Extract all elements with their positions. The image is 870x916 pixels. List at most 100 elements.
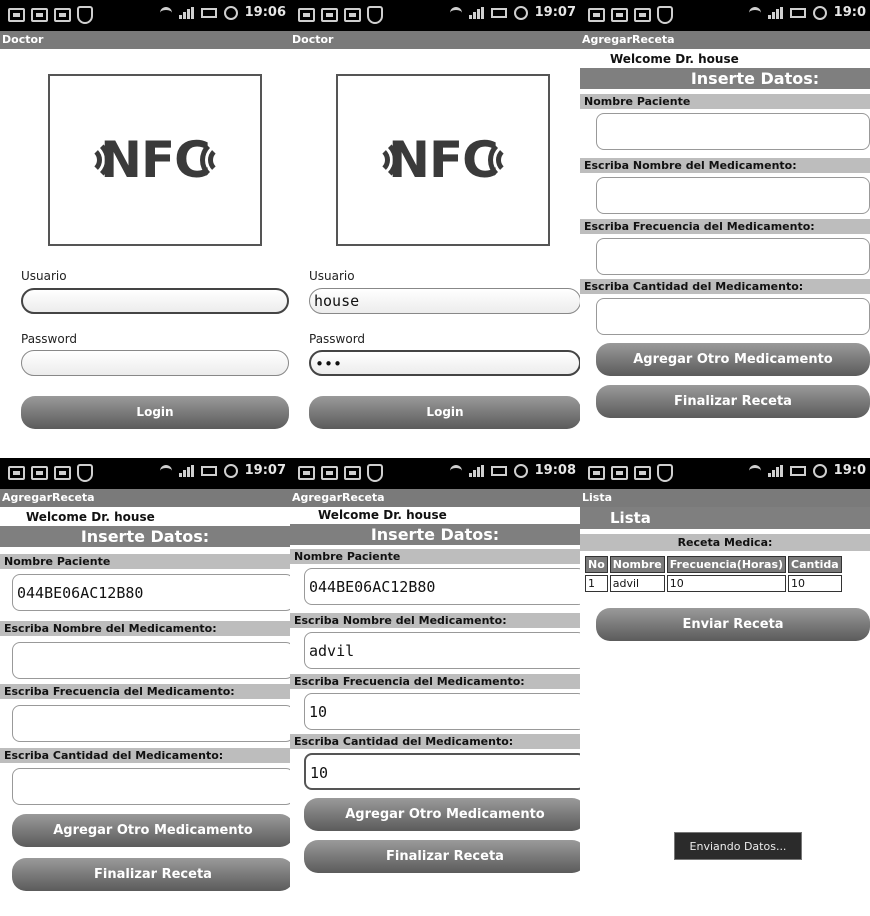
notification-icon xyxy=(298,8,315,22)
cantidad-input[interactable] xyxy=(12,768,290,805)
status-time: 19:0 xyxy=(833,5,866,20)
paciente-input[interactable]: 044BE06AC12B80 xyxy=(12,574,290,611)
battery-icon xyxy=(200,7,217,18)
paciente-input[interactable]: 044BE06AC12B80 xyxy=(304,568,580,605)
status-time: 19:08 xyxy=(534,463,576,478)
notification-icon xyxy=(321,466,338,480)
shield-icon xyxy=(657,6,673,24)
section-title: Inserte Datos: xyxy=(580,68,870,89)
login-button[interactable]: Login xyxy=(309,396,580,429)
screen-receta-paciente: 19:07 AgregarReceta Welcome Dr. house In… xyxy=(0,458,290,916)
table-cell: 10 xyxy=(788,575,842,592)
signal-icon xyxy=(767,464,783,477)
usuario-input[interactable]: house xyxy=(309,288,580,314)
field-label: Nombre Paciente xyxy=(0,554,290,569)
table-header-row: No Nombre Frecuencia(Horas) Cantida xyxy=(585,556,842,573)
medicamento-input[interactable] xyxy=(12,642,290,679)
app-title: Doctor xyxy=(290,31,580,49)
table-cell: 1 xyxy=(585,575,608,592)
frecuencia-input[interactable] xyxy=(12,705,290,742)
status-bar: 19:07 xyxy=(290,0,580,31)
screen-login-empty: 19:06 Doctor NFC Usuario Password Login xyxy=(0,0,290,458)
shield-icon xyxy=(77,464,93,482)
status-time: 19:07 xyxy=(534,5,576,20)
nfc-logo-text: NFC xyxy=(100,131,211,189)
field-label: Escriba Cantidad del Medicamento: xyxy=(580,279,870,294)
nfc-logo: NFC xyxy=(48,74,262,246)
receta-title: Receta Medica: xyxy=(580,534,870,551)
app-title: Lista xyxy=(580,489,870,507)
welcome-text: Welcome Dr. house xyxy=(318,508,447,522)
password-input[interactable] xyxy=(21,350,289,376)
battery-icon xyxy=(789,7,806,18)
enviar-receta-button[interactable]: Enviar Receta xyxy=(596,608,870,641)
welcome-text: Welcome Dr. house xyxy=(610,52,739,66)
notification-icon xyxy=(8,466,25,480)
notification-icon xyxy=(54,466,71,480)
notification-icon xyxy=(31,466,48,480)
notification-icon xyxy=(611,466,628,480)
battery-icon xyxy=(490,465,507,476)
frecuencia-input[interactable] xyxy=(596,238,870,275)
lista-heading: Lista xyxy=(580,507,870,529)
signal-icon xyxy=(178,464,194,477)
wifi-icon xyxy=(748,464,761,477)
medicamento-input[interactable] xyxy=(596,177,870,214)
cantidad-input[interactable]: 10 xyxy=(304,753,580,790)
field-label: Escriba Cantidad del Medicamento: xyxy=(290,734,580,749)
medicamento-input[interactable]: advil xyxy=(304,632,580,669)
login-button[interactable]: Login xyxy=(21,396,289,429)
notification-icon xyxy=(31,8,48,22)
field-label: Escriba Frecuencia del Medicamento: xyxy=(0,684,290,699)
table-row: 1 advil 10 10 xyxy=(585,575,842,592)
nfc-waves-icon xyxy=(362,135,399,185)
frecuencia-input[interactable]: 10 xyxy=(304,693,580,730)
usuario-input[interactable] xyxy=(21,288,289,314)
screen-login-filled: 19:07 Doctor NFC Usuario house Password … xyxy=(290,0,580,458)
battery-icon xyxy=(789,465,806,476)
alarm-icon xyxy=(812,463,827,478)
notification-icon xyxy=(54,8,71,22)
status-bar: 19:07 xyxy=(0,458,290,489)
cantidad-input[interactable] xyxy=(596,298,870,335)
signal-icon xyxy=(767,6,783,19)
shield-icon xyxy=(367,6,383,24)
app-title: AgregarReceta xyxy=(0,489,290,507)
password-input[interactable]: ••• xyxy=(309,350,580,376)
finalizar-receta-button[interactable]: Finalizar Receta xyxy=(304,840,580,873)
finalizar-receta-button[interactable]: Finalizar Receta xyxy=(596,385,870,418)
password-label: Password xyxy=(21,332,78,346)
finalizar-receta-button[interactable]: Finalizar Receta xyxy=(12,858,290,891)
password-label: Password xyxy=(309,332,366,346)
shield-icon xyxy=(657,464,673,482)
agregar-medicamento-button[interactable]: Agregar Otro Medicamento xyxy=(12,814,290,847)
signal-icon xyxy=(178,6,194,19)
alarm-icon xyxy=(513,5,528,20)
status-bar: 19:08 xyxy=(290,458,580,489)
wifi-icon xyxy=(748,6,761,19)
column-header: Nombre xyxy=(609,556,665,573)
field-label: Escriba Nombre del Medicamento: xyxy=(0,621,290,636)
paciente-input[interactable] xyxy=(596,113,870,150)
sending-toast: Enviando Datos... xyxy=(674,832,802,860)
column-header: Frecuencia(Horas) xyxy=(666,556,787,573)
field-label: Nombre Paciente xyxy=(290,549,580,564)
table-cell: 10 xyxy=(666,575,787,592)
field-label: Escriba Cantidad del Medicamento: xyxy=(0,748,290,763)
table-cell: advil xyxy=(609,575,665,592)
agregar-medicamento-button[interactable]: Agregar Otro Medicamento xyxy=(304,798,580,831)
section-title: Inserte Datos: xyxy=(290,524,580,545)
notification-icon xyxy=(8,8,25,22)
status-time: 19:0 xyxy=(833,463,866,478)
notification-icon xyxy=(634,466,651,480)
status-time: 19:06 xyxy=(244,5,286,20)
column-header: Cantida xyxy=(788,556,842,573)
signal-icon xyxy=(468,464,484,477)
nfc-waves-icon xyxy=(487,135,524,185)
wifi-icon xyxy=(159,464,172,477)
notification-icon xyxy=(298,466,315,480)
notification-icon xyxy=(588,466,605,480)
agregar-medicamento-button[interactable]: Agregar Otro Medicamento xyxy=(596,343,870,376)
status-bar: 19:0 xyxy=(580,458,870,489)
app-title: AgregarReceta xyxy=(290,489,580,507)
